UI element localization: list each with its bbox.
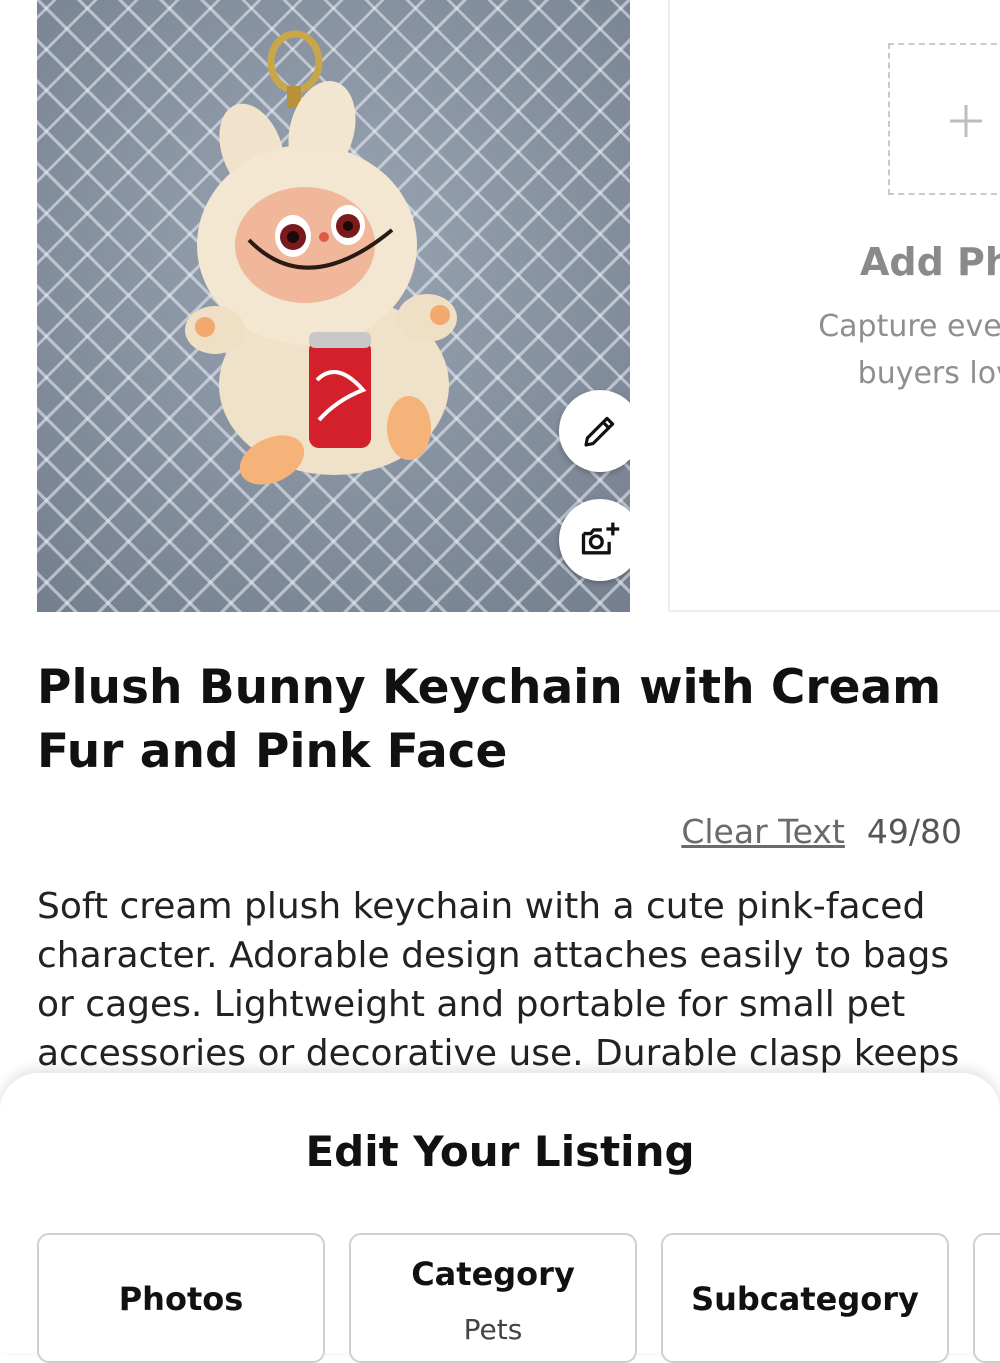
chip-category-label: Category <box>411 1255 575 1293</box>
clear-text-link[interactable]: Clear Text <box>681 812 845 851</box>
character-count: 49/80 <box>866 812 962 851</box>
title-meta-row: Clear Text 49/80 <box>681 812 962 851</box>
listing-title[interactable]: Plush Bunny Keychain with Cream Fur and … <box>37 656 977 784</box>
camera-plus-icon <box>581 522 620 555</box>
plush-keychain-image <box>185 30 457 485</box>
add-photo-placeholder[interactable] <box>888 43 1000 195</box>
add-photo-subtitle-line1: Capture every <box>818 309 1000 344</box>
sheet-title: Edit Your Listing <box>305 1127 695 1176</box>
chip-photos[interactable]: Photos <box>37 1233 325 1363</box>
chip-next[interactable] <box>973 1233 1000 1363</box>
add-photo-subtitle-line2: buyers love <box>857 356 1000 391</box>
chip-subcategory[interactable]: Subcategory <box>661 1233 949 1363</box>
plus-icon <box>950 105 982 137</box>
chip-category[interactable]: Category Pets <box>349 1233 637 1363</box>
add-photo-card[interactable]: Add Pho Capture every buyers love <box>668 0 1000 612</box>
listing-photo[interactable] <box>37 0 630 612</box>
listing-description[interactable]: Soft cream plush keychain with a cute pi… <box>37 882 972 1076</box>
pencil-icon <box>584 416 615 447</box>
add-photo-title: Add Pho <box>860 240 1000 284</box>
chip-subcategory-label: Subcategory <box>691 1280 919 1318</box>
add-photo-subtitle: Capture every buyers love <box>805 303 1000 397</box>
chip-photos-label: Photos <box>118 1280 244 1318</box>
chip-category-value: Pets <box>463 1313 523 1346</box>
